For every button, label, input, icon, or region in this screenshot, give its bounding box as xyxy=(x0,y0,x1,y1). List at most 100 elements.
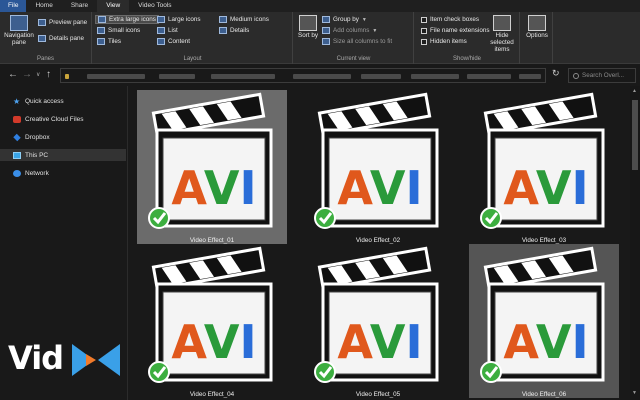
sync-check-icon xyxy=(148,361,170,383)
size-all-columns-label: Size all columns to fit xyxy=(333,38,393,45)
item-check-boxes-label: Item check boxes xyxy=(430,16,479,23)
scroll-up-arrow-icon[interactable]: ▲ xyxy=(632,88,637,94)
avi-badge-letter: A xyxy=(171,161,207,215)
scroll-down-arrow-icon[interactable]: ▼ xyxy=(632,390,637,396)
show-hide-group: Item check boxes File name extensions Hi… xyxy=(415,12,520,64)
avi-badge-letter: V xyxy=(370,161,406,215)
nav-item-quick-access[interactable]: ★ Quick access xyxy=(0,95,126,107)
panes-group: Navigation pane Preview pane Details pan… xyxy=(0,12,92,64)
avi-badge-text: AVI xyxy=(337,315,422,369)
hide-selected-items-button[interactable]: Hide selected items xyxy=(487,15,517,53)
file-tile[interactable]: AVI Video Effect_01 xyxy=(137,90,287,244)
recent-locations-chevron-icon[interactable]: ∨ xyxy=(36,68,40,82)
nav-item-creative-cloud-files[interactable]: Creative Cloud Files xyxy=(0,113,126,125)
details-pane-button[interactable]: Details pane xyxy=(38,35,84,42)
vertical-scrollbar[interactable]: ▲ ▼ xyxy=(630,86,640,400)
nav-item-label: Quick access xyxy=(25,97,64,105)
avi-file-icon: AVI xyxy=(314,246,439,383)
group-by-button[interactable]: Group by ▼ xyxy=(322,16,367,23)
details-button[interactable]: Details xyxy=(219,27,249,34)
refresh-icon[interactable]: ↻ xyxy=(552,68,560,79)
nav-item-dropbox[interactable]: Dropbox xyxy=(0,131,126,143)
sort-by-label: Sort by xyxy=(298,32,318,39)
extra-large-icons-label: Extra large icons xyxy=(109,16,156,23)
avi-file-icon: AVI xyxy=(480,92,605,229)
tab-video-tools[interactable]: Video Tools xyxy=(129,0,180,12)
item-check-boxes-toggle[interactable]: Item check boxes xyxy=(421,16,479,23)
search-box[interactable]: Search Overl... xyxy=(568,68,636,83)
details-pane-label: Details pane xyxy=(49,35,85,42)
file-tile[interactable]: AVI Video Effect_04 xyxy=(137,244,287,398)
file-grid: AVI Video Effect_01 AVI Video Effect_02 xyxy=(129,86,630,400)
small-icons-button[interactable]: Small icons xyxy=(97,27,140,34)
nav-item-label: This PC xyxy=(25,151,49,159)
group-by-icon xyxy=(322,16,330,23)
forward-arrow-icon[interactable]: → xyxy=(22,68,32,82)
avi-badge-letter: I xyxy=(571,315,588,369)
hide-selected-items-icon xyxy=(493,15,511,31)
tab-view[interactable]: View xyxy=(97,0,130,12)
file-tile[interactable]: AVI Video Effect_02 xyxy=(303,90,453,244)
sync-check-icon xyxy=(480,361,502,383)
play-bowtie-icon xyxy=(72,344,120,376)
list-button[interactable]: List xyxy=(157,27,178,34)
nav-item-label: Creative Cloud Files xyxy=(25,115,84,123)
small-icons-icon xyxy=(97,27,105,34)
vidmore-watermark-logo: Vid xyxy=(8,338,126,382)
tab-file[interactable]: File xyxy=(0,0,27,12)
file-name-extensions-toggle[interactable]: File name extensions xyxy=(421,27,490,34)
size-all-columns-button[interactable]: Size all columns to fit xyxy=(322,38,392,45)
scrollbar-thumb[interactable] xyxy=(632,100,638,170)
avi-badge-letter: A xyxy=(171,315,207,369)
file-name-extensions-label: File name extensions xyxy=(430,27,490,34)
large-icons-button[interactable]: Large icons xyxy=(157,16,201,23)
file-name: Video Effect_05 xyxy=(355,391,401,398)
file-name: Video Effect_02 xyxy=(355,237,401,244)
tab-home[interactable]: Home xyxy=(26,0,61,12)
content-icon xyxy=(157,38,165,45)
hidden-items-checkbox[interactable] xyxy=(421,38,427,45)
preview-pane-button[interactable]: Preview pane xyxy=(38,19,87,26)
sort-by-button[interactable]: Sort by xyxy=(298,15,318,39)
large-icons-icon xyxy=(157,16,165,23)
avi-badge-letter: I xyxy=(239,161,256,215)
hide-selected-items-label: Hide selected items xyxy=(490,32,514,53)
navigation-pane-label: Navigation pane xyxy=(4,32,34,46)
hidden-items-toggle[interactable]: Hidden items xyxy=(421,38,467,45)
extra-large-icons-button[interactable]: Extra large icons xyxy=(95,15,159,24)
medium-icons-button[interactable]: Medium icons xyxy=(219,16,269,23)
tab-share[interactable]: Share xyxy=(62,0,97,12)
file-tile[interactable]: AVI Video Effect_05 xyxy=(303,244,453,398)
preview-pane-label: Preview pane xyxy=(49,19,88,26)
options-button[interactable]: Options xyxy=(524,15,550,39)
avi-badge-letter: V xyxy=(204,161,240,215)
file-tile[interactable]: AVI Video Effect_03 xyxy=(469,90,619,244)
svg-text:AVI: AVI xyxy=(171,161,256,215)
address-row: ← → ∨ ↑ ↻ Search Overl... xyxy=(0,65,640,85)
avi-badge-text: AVI xyxy=(171,161,256,215)
content-button[interactable]: Content xyxy=(157,38,190,45)
computer-icon xyxy=(13,151,21,159)
address-path-segment xyxy=(361,74,401,79)
tiles-button[interactable]: Tiles xyxy=(97,38,121,45)
file-tile[interactable]: AVI Video Effect_06 xyxy=(469,244,619,398)
address-bar[interactable] xyxy=(60,68,546,83)
item-check-boxes-checkbox[interactable] xyxy=(421,16,427,23)
avi-badge-letter: V xyxy=(536,315,572,369)
current-view-group-label: Current view xyxy=(336,56,371,62)
avi-badge-text: AVI xyxy=(503,161,588,215)
navigation-pane-button[interactable]: Navigation pane xyxy=(3,15,35,46)
address-path-segment xyxy=(211,74,275,79)
hidden-items-label: Hidden items xyxy=(430,38,467,45)
avi-badge-letter: A xyxy=(337,315,373,369)
list-icon xyxy=(157,27,165,34)
nav-item-network[interactable]: Network xyxy=(0,167,126,179)
back-arrow-icon[interactable]: ← xyxy=(8,68,18,82)
add-columns-button[interactable]: Add columns ▼ xyxy=(322,27,377,34)
options-icon xyxy=(528,15,546,31)
up-arrow-icon[interactable]: ↑ xyxy=(46,68,51,82)
file-name-extensions-checkbox[interactable] xyxy=(421,27,427,34)
address-path-segment xyxy=(467,74,511,79)
nav-item-this-pc[interactable]: This PC xyxy=(0,149,126,161)
details-pane-icon xyxy=(38,35,46,42)
